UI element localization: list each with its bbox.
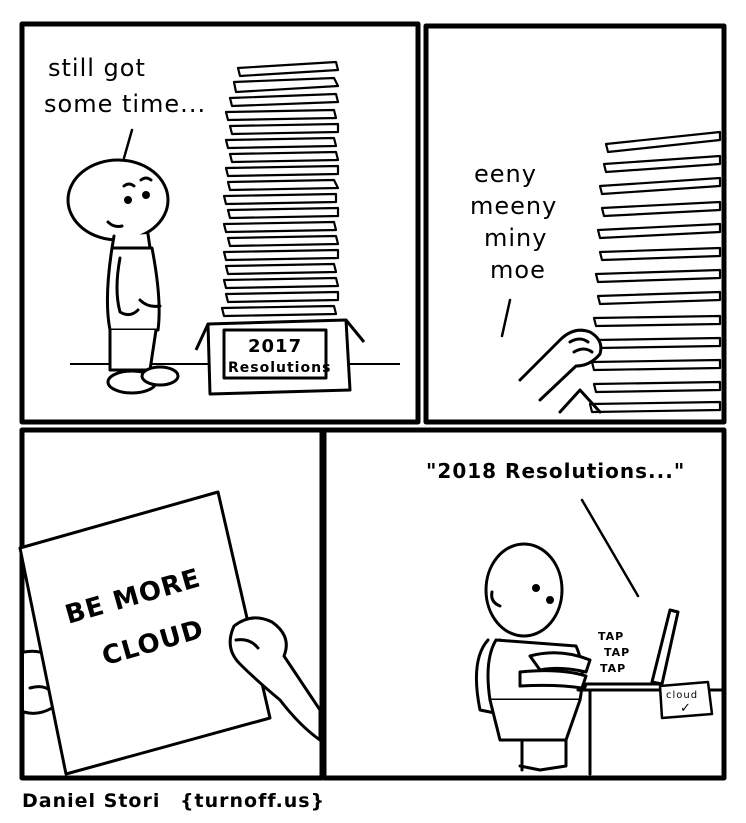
panel-2-speech-line-1: eeny xyxy=(474,160,537,188)
author-name: Daniel Stori xyxy=(22,790,161,812)
panel-2-speech-line-3: miny xyxy=(484,224,547,252)
panel-3: BE MORE CLOUD xyxy=(18,490,322,776)
panel-2-speech-tail xyxy=(500,298,512,338)
panel-4-speech-tail xyxy=(580,498,640,598)
panel-2: eeny meeny miny moe xyxy=(470,130,722,414)
panel-1-speech-line-1: still got xyxy=(48,54,146,82)
panel-4-note-text: cloud xyxy=(666,690,698,701)
panel-1-box-label-line-1: 2017 xyxy=(248,336,302,357)
panel-4-sound-effect-1: TAP xyxy=(598,630,624,643)
panel-2-speech-line-4: moe xyxy=(490,256,546,284)
panel-4-speech: "2018 Resolutions..." xyxy=(426,459,685,483)
panel-1-box-label-line-2: Resolutions xyxy=(228,360,331,376)
panel-4-note-checkmark: ✓ xyxy=(680,701,692,716)
panel-1-speech-line-2: some time... xyxy=(44,90,206,118)
author-credit: Daniel Stori {turnoff.us} xyxy=(22,790,325,812)
panel-4-sound-effect-3: TAP xyxy=(600,662,626,675)
author-site: {turnoff.us} xyxy=(179,790,326,812)
panel-4-sound-effect-2: TAP xyxy=(604,646,630,659)
comic-strip: still got some time... 2017 Resolutions … xyxy=(18,21,727,781)
panel-2-hand xyxy=(518,328,603,414)
panel-4-laptop xyxy=(582,608,680,692)
panel-1: still got some time... 2017 Resolutions xyxy=(44,54,400,396)
panel-2-paper-stack xyxy=(588,130,722,414)
panel-1-paper-stack xyxy=(220,60,340,318)
panel-4-character xyxy=(484,542,592,772)
panel-4: "2018 Resolutions..." TAP TAP TAP cloud … xyxy=(426,459,726,776)
panel-1-speech-tail xyxy=(122,128,134,160)
panel-1-resolution-box xyxy=(194,318,366,396)
panel-1-character xyxy=(66,158,180,395)
panel-2-speech-line-2: meeny xyxy=(470,192,557,220)
